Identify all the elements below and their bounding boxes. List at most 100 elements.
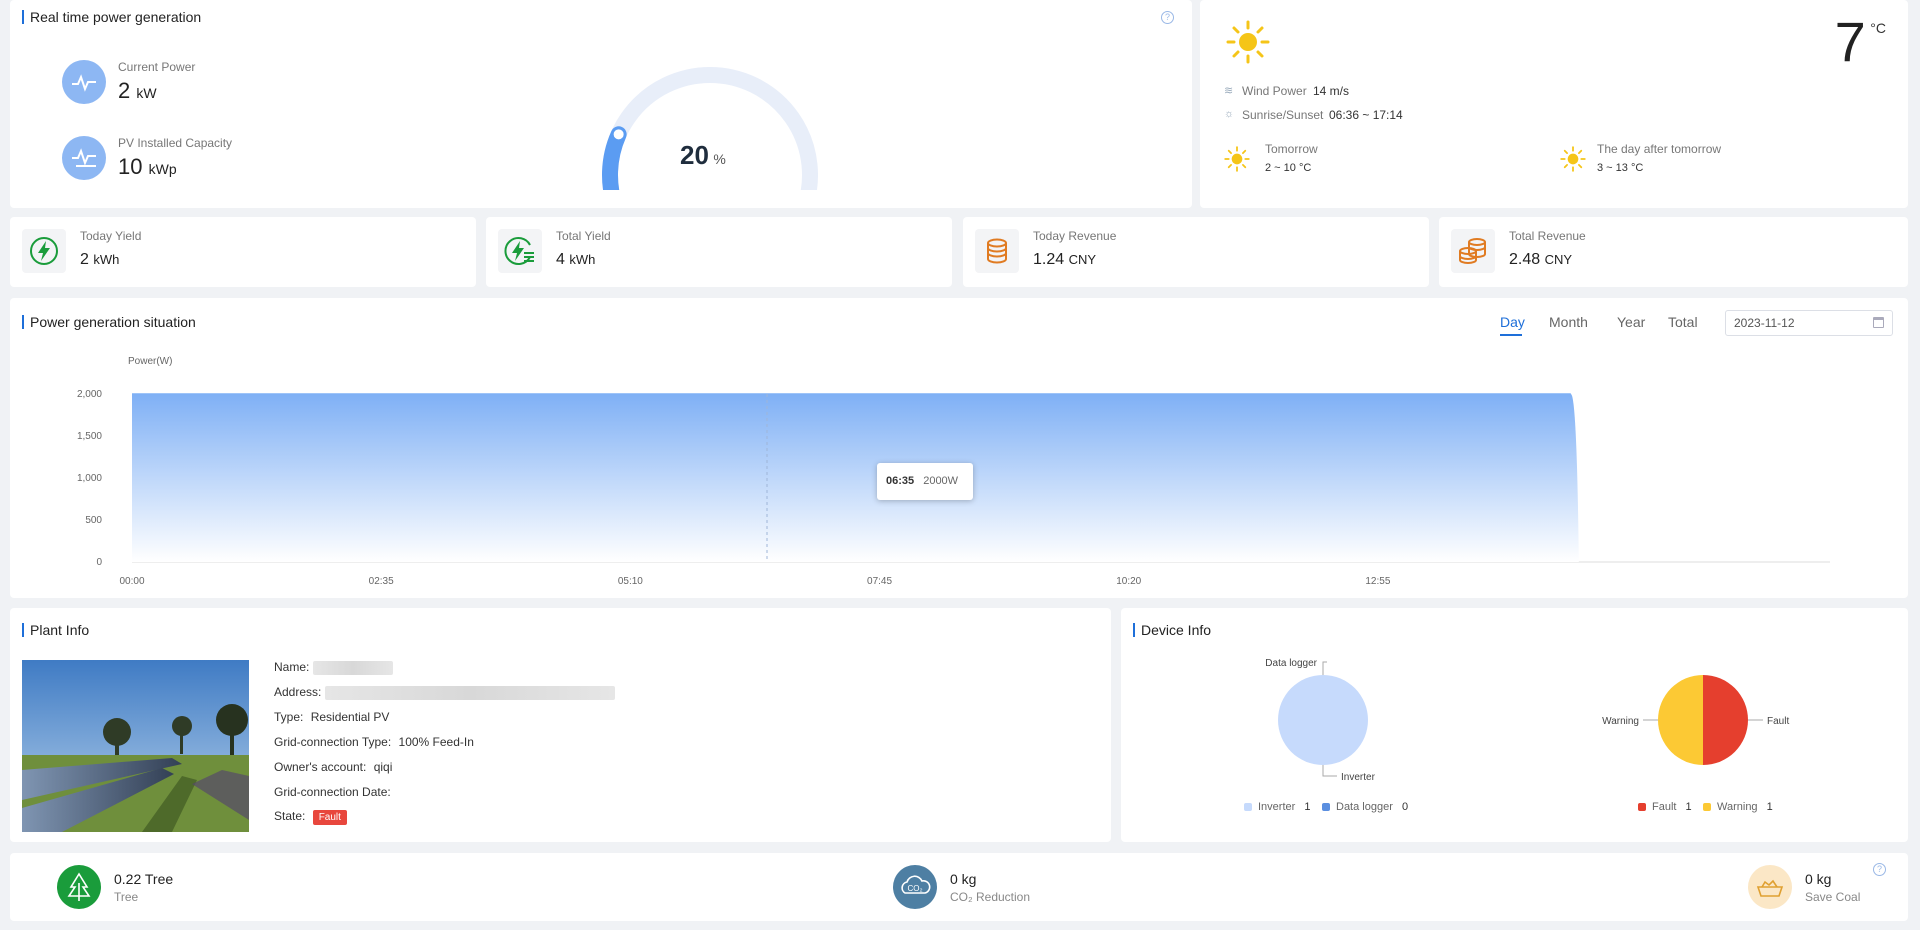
plant-type-label: Type:: [274, 710, 304, 724]
help-icon[interactable]: ?: [1161, 11, 1174, 24]
co2-value: 0 kg: [950, 871, 977, 887]
capacity-value: 10 kWp: [118, 154, 177, 180]
stat-label: Today Yield: [80, 229, 142, 243]
plant-name-row: Name:: [274, 660, 393, 675]
legend-inverter[interactable]: Inverter 1: [1244, 801, 1310, 813]
grid-type-label: Grid-connection Type:: [274, 735, 392, 749]
coins-icon: [1451, 229, 1495, 273]
tomorrow-value: 2 ~ 10 °C: [1265, 162, 1312, 174]
realtime-card: Real time power generation ? Current Pow…: [10, 0, 1192, 208]
legend-data-logger[interactable]: Data logger 0: [1322, 801, 1408, 813]
grid-type-value: 100% Feed-In: [398, 735, 474, 749]
pie-label-data-logger: Data logger: [1265, 658, 1317, 669]
plant-type-row: Type: Residential PV: [274, 710, 389, 724]
y-tick-label: 500: [85, 515, 102, 526]
stat-card-today-yield: Today Yield 2 kWh: [10, 217, 476, 287]
date-picker[interactable]: 2023-11-12: [1725, 310, 1893, 336]
stat-unit: CNY: [1544, 252, 1573, 267]
stat-number: 2.48: [1509, 251, 1541, 268]
wind-icon: ≋: [1224, 85, 1234, 97]
legend-name: Warning: [1717, 801, 1758, 813]
tab-year[interactable]: Year: [1617, 314, 1645, 330]
tomorrow-label: Tomorrow: [1265, 142, 1318, 156]
sun-icon: [1226, 20, 1270, 64]
owner-value: qiqi: [373, 760, 393, 774]
plant-info-title: Plant Info: [22, 623, 89, 637]
sun-value: 06:36 ~ 17:14: [1329, 108, 1403, 122]
capacity-icon: [62, 136, 106, 180]
temperature-value: 7: [1834, 10, 1866, 73]
plant-name-redacted: [312, 660, 393, 675]
tab-total[interactable]: Total: [1668, 314, 1698, 330]
legend-fault[interactable]: Fault 1: [1638, 801, 1692, 813]
current-power-label: Current Power: [118, 60, 196, 74]
date-value: 2023-11-12: [1734, 316, 1795, 330]
current-power-unit: kW: [136, 85, 157, 101]
tab-day-underline: [1500, 334, 1522, 336]
legend-dot: [1703, 803, 1711, 812]
owner-row: Owner's account: qiqi: [274, 760, 392, 774]
capacity-label: PV Installed Capacity: [118, 136, 233, 150]
grid-type-row: Grid-connection Type: 100% Feed-In: [274, 735, 474, 749]
help-icon[interactable]: ?: [1873, 863, 1886, 876]
current-power-value: 2 kW: [118, 78, 157, 104]
legend-count: 1: [1304, 801, 1311, 813]
legend-count: 0: [1401, 801, 1409, 813]
stat-label: Today Revenue: [1033, 229, 1117, 243]
y-tick-label: 1,500: [77, 431, 102, 442]
legend-dot: [1322, 803, 1330, 812]
legend-count: 1: [1766, 801, 1773, 813]
sun-label: Sunrise/Sunset: [1242, 108, 1324, 122]
pie-label-fault: Fault: [1767, 716, 1789, 727]
pie-slice-fault: [1703, 675, 1748, 765]
state-badge: Fault: [312, 810, 347, 825]
temperature-unit: °C: [1870, 20, 1886, 36]
tooltip-time: 06:35: [886, 475, 915, 487]
after-label: The day after tomorrow: [1597, 142, 1722, 156]
pie-slice-warning: [1658, 675, 1703, 765]
legend-count: 1: [1685, 801, 1692, 813]
legend-dot: [1244, 803, 1252, 812]
stat-label: Total Revenue: [1509, 229, 1586, 243]
area-fill: [132, 394, 1579, 562]
stat-number: 1.24: [1033, 251, 1065, 268]
temperature: 7 °C: [1835, 12, 1886, 72]
stat-number: 4: [556, 251, 565, 268]
svg-text:CO₂: CO₂: [907, 884, 922, 893]
tab-month[interactable]: Month: [1549, 314, 1588, 330]
grid-date-label: Grid-connection Date:: [274, 785, 391, 799]
coin-stack-icon: [975, 229, 1019, 273]
wind-value: 14 m/s: [1313, 84, 1350, 98]
x-tick-label: 02:35: [369, 576, 394, 587]
x-tick-label: 12:55: [1365, 576, 1390, 587]
x-tick-label: 10:20: [1116, 576, 1141, 587]
legend-name: Inverter: [1258, 801, 1296, 813]
legend-dot: [1638, 803, 1646, 812]
gauge-knob: [611, 127, 626, 142]
capacity-unit: kWp: [148, 161, 177, 177]
legend-warning[interactable]: Warning 1: [1703, 801, 1773, 813]
tab-day[interactable]: Day: [1500, 314, 1525, 330]
env-card: ?: [10, 853, 1908, 921]
lightning-lines-icon: [498, 229, 542, 273]
x-tick-label: 07:45: [867, 576, 892, 587]
calendar-icon: [1873, 317, 1884, 328]
gauge-value: 20: [680, 140, 709, 170]
weather-card: 7 °C ≋ Wind Power 14 m/s ☼ Sunrise/Sunse…: [1200, 0, 1908, 208]
tree-icon: [57, 865, 101, 909]
plant-address-redacted: [324, 685, 615, 700]
co2-label: CO₂ Reduction: [950, 890, 1031, 904]
state-row: State: Fault: [274, 809, 347, 825]
tree-label: Tree: [114, 890, 139, 904]
y-axis-title: Power(W): [128, 356, 172, 367]
gauge-readout: 20 %: [680, 140, 760, 171]
chart-tooltip: 06:35 2000W: [877, 463, 973, 500]
x-tick-label: 05:10: [618, 576, 643, 587]
wind-label: Wind Power: [1242, 84, 1307, 98]
lightning-icon: [22, 229, 66, 273]
y-tick-label: 2,000: [77, 389, 102, 400]
current-power-number: 2: [118, 78, 131, 103]
plant-type-value: Residential PV: [310, 710, 390, 724]
y-tick-label: 0: [96, 557, 102, 568]
coal-label: Save Coal: [1805, 890, 1861, 904]
